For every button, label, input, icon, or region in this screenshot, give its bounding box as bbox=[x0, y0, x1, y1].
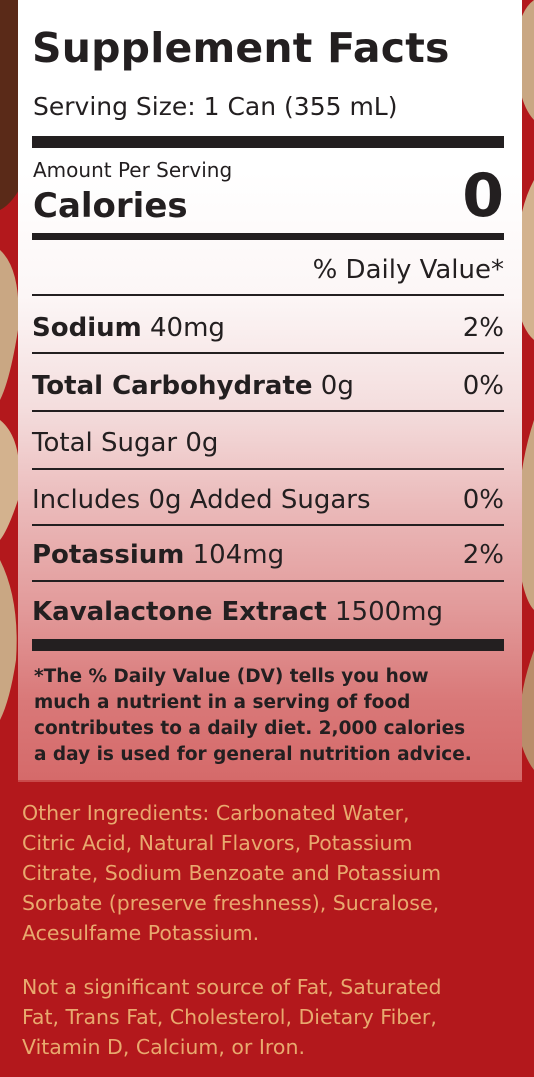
supplement-label-page: Supplement Facts Serving Size: 1 Can (35… bbox=[0, 0, 534, 1077]
calories-label: Calories bbox=[33, 186, 188, 226]
nutrient-name: Potassium bbox=[32, 540, 185, 570]
nutrient-amount: Total Sugar 0g bbox=[32, 428, 219, 458]
nutrient-row-total-sugar: Total Sugar 0g bbox=[32, 423, 504, 463]
ingredients-line: Citrate, Sodium Benzoate and Potassium bbox=[22, 861, 442, 885]
ingredients-line: Other Ingredients: Carbonated Water, bbox=[22, 801, 410, 825]
statement-line: Fat, Trans Fat, Cholesterol, Dietary Fib… bbox=[22, 1005, 437, 1029]
nutrient-daily-value: 0% bbox=[462, 371, 504, 401]
daily-value-footnote: *The % Daily Value (DV) tells you how mu… bbox=[34, 664, 506, 768]
statement-line: Not a significant source of Fat, Saturat… bbox=[22, 975, 442, 999]
nutrient-row-total-carbohydrate: Total Carbohydrate 0g 0% bbox=[32, 366, 504, 406]
thin-divider bbox=[32, 352, 504, 354]
statement-line: Vitamin D, Calcium, or Iron. bbox=[22, 1035, 305, 1059]
label-title: Supplement Facts bbox=[32, 24, 450, 72]
nutrient-name: Sodium bbox=[32, 313, 142, 343]
nutrient-row-sodium: Sodium 40mg 2% bbox=[32, 308, 504, 348]
serving-size: Serving Size: 1 Can (355 mL) bbox=[33, 92, 398, 121]
nutrient-amount: 0g bbox=[312, 371, 354, 401]
ingredients-line: Citric Acid, Natural Flavors, Potassium bbox=[22, 831, 413, 855]
nutrient-amount: 104mg bbox=[184, 540, 285, 570]
not-significant-source-statement: Not a significant source of Fat, Saturat… bbox=[22, 972, 522, 1062]
nutrient-daily-value: 2% bbox=[462, 540, 504, 570]
ingredients-line: Acesulfame Potassium. bbox=[22, 921, 260, 945]
nutrient-daily-value: 2% bbox=[462, 313, 504, 343]
medium-divider bbox=[32, 233, 504, 240]
nutrient-row-added-sugars: Includes 0g Added Sugars 0% bbox=[32, 480, 504, 520]
thin-divider bbox=[32, 468, 504, 470]
nutrient-row-potassium: Potassium 104mg 2% bbox=[32, 535, 504, 575]
calories-value: 0 bbox=[462, 161, 504, 231]
thin-divider bbox=[32, 580, 504, 582]
nutrient-row-kavalactone-extract: Kavalactone Extract 1500mg bbox=[32, 592, 504, 632]
thin-divider bbox=[32, 524, 504, 526]
other-ingredients: Other Ingredients: Carbonated Water, Cit… bbox=[22, 798, 522, 948]
thick-divider bbox=[32, 639, 504, 651]
footnote-line: *The % Daily Value (DV) tells you how bbox=[34, 666, 429, 687]
amount-per-serving: Amount Per Serving bbox=[33, 158, 233, 182]
nutrient-name: Kavalactone Extract bbox=[32, 597, 327, 627]
daily-value-header: % Daily Value* bbox=[312, 255, 504, 285]
footnote-line: a day is used for general nutrition advi… bbox=[34, 744, 472, 765]
thick-divider bbox=[32, 136, 504, 148]
thin-divider bbox=[32, 294, 504, 296]
thin-divider bbox=[32, 410, 504, 412]
nutrient-amount: 1500mg bbox=[326, 597, 443, 627]
nutrient-amount: 40mg bbox=[141, 313, 225, 343]
nutrient-amount: Includes 0g Added Sugars bbox=[32, 485, 371, 515]
footnote-line: contributes to a daily diet. 2,000 calor… bbox=[34, 718, 466, 739]
ingredients-line: Sorbate (preserve freshness), Sucralose, bbox=[22, 891, 440, 915]
nutrient-name: Total Carbohydrate bbox=[32, 371, 313, 401]
footnote-line: much a nutrient in a serving of food bbox=[34, 692, 411, 713]
nutrient-daily-value: 0% bbox=[462, 485, 504, 515]
